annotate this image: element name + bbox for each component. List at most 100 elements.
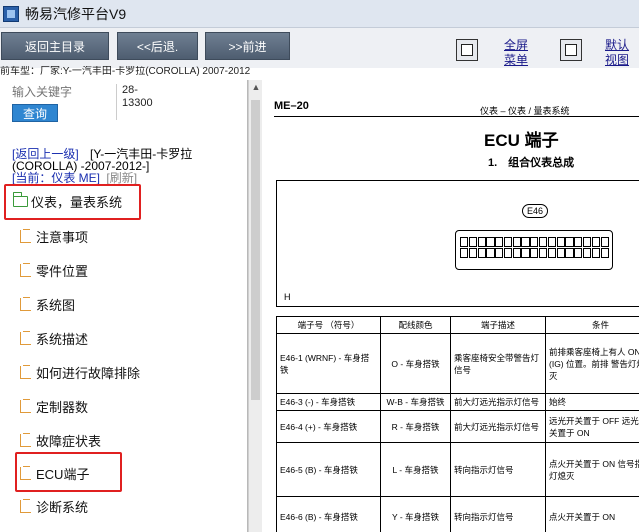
fullscreen-icon-button[interactable] — [456, 39, 478, 61]
connector-pin — [512, 237, 521, 247]
tree-item-customize[interactable]: 定制器数 — [0, 394, 247, 418]
document-icon — [20, 228, 31, 243]
split-view-icon — [565, 44, 577, 56]
table-row: E46-4 (+) - 车身搭铁 R - 车身搭铁 前大灯远光指示灯信号 远光开… — [276, 410, 639, 443]
col-condition: 条件 — [545, 316, 639, 334]
document-icon — [20, 398, 31, 413]
current-location: [当前：仪表 ME] — [12, 171, 101, 185]
tree-item-parts-location[interactable]: 零件位置 — [0, 258, 247, 282]
connector-pin — [600, 248, 609, 258]
left-panel-scrollbar[interactable]: ▲ — [248, 80, 262, 532]
document-icon — [20, 364, 31, 379]
col-terminal: 端子号 （符号） — [276, 316, 381, 334]
tree-item-symptom-table[interactable]: 故障症状表 — [0, 428, 247, 452]
refresh-link[interactable]: [刷新] — [106, 171, 137, 185]
connector-pin — [495, 237, 504, 247]
document-icon — [20, 262, 31, 277]
table-row: E46-1 (WRNF) - 车身搭铁 O - 车身搭铁 乘客座椅安全带警告灯信… — [276, 333, 639, 394]
terminal-table: 端子号 （符号） 配线颜色 端子描述 条件 E46-1 (WRNF) - 车身搭… — [276, 316, 639, 532]
connector-pin — [556, 248, 565, 258]
connector-pin — [582, 248, 592, 258]
connector-pin — [468, 237, 477, 247]
connector-pin — [574, 237, 583, 247]
window-title: 畅易汽修平台V9 — [25, 5, 127, 22]
header-rule — [274, 116, 639, 117]
search-result-count: 28- 13300 — [122, 84, 153, 109]
highlight-box-ecu — [15, 452, 122, 492]
toolbar: 返回主目录 <<后退. >>前进 全屏 菜单 默认 视图 — [0, 28, 639, 68]
connector-pin — [530, 248, 539, 258]
connector-pin — [495, 248, 504, 258]
col-description: 端子描述 — [450, 316, 546, 334]
connector-pin-row-bottom — [460, 248, 609, 258]
connector-pin — [574, 248, 583, 258]
default-view-icon-button[interactable] — [560, 39, 582, 61]
figure-bottom-border — [276, 306, 639, 307]
fullscreen-icon — [461, 44, 473, 56]
connector-pin — [547, 248, 556, 258]
document-icon — [20, 330, 31, 345]
connector-pin — [565, 237, 574, 247]
doc-subtitle: 1. 组合仪表总成 — [488, 157, 575, 169]
connector-pin — [460, 248, 469, 258]
tree-item-troubleshooting[interactable]: 如何进行故障排除 — [0, 360, 247, 384]
table-header-row: 端子号 （符号） 配线颜色 端子描述 条件 — [276, 316, 639, 334]
table-row: E46-3 (-) - 车身搭铁 W-B - 车身搭铁 前大灯远光指示灯信号 始… — [276, 393, 639, 411]
back-button[interactable]: <<后退. — [117, 32, 198, 60]
connector-pin — [486, 248, 495, 258]
connector-pin — [547, 237, 556, 247]
connector-pin — [503, 248, 513, 258]
tree-item-system-diagram[interactable]: 系统图 — [0, 292, 247, 316]
col-wire-color: 配线颜色 — [380, 316, 451, 334]
connector-pin — [582, 237, 592, 247]
connector-pin — [600, 237, 609, 247]
tree-item-diagnostic-system[interactable]: 诊断系统 — [0, 494, 247, 518]
connector-pin — [503, 237, 513, 247]
navigation-panel: 28- 13300 查询 [返回上一级] [Y-一汽丰田-卡罗拉 (COROLL… — [0, 80, 248, 532]
document-icon — [20, 296, 31, 311]
forward-button[interactable]: >>前进 — [205, 32, 290, 60]
connector-label: E46 — [522, 204, 548, 218]
document-viewer: ME–20 仪表 – 仪表 / 量表系统 ECU 端子 1. 组合仪表总成 E4… — [262, 80, 639, 532]
table-row: E46-5 (B) - 车身搭铁 L - 车身搭铁 转向指示灯信号 点火开关置于… — [276, 442, 639, 497]
figure-h-mark: H — [284, 292, 291, 302]
document-icon — [20, 432, 31, 447]
connector-pin — [539, 248, 548, 258]
fullscreen-menu-link[interactable]: 全屏 菜单 — [504, 38, 528, 68]
search-divider — [116, 84, 117, 120]
keyword-search-input[interactable] — [12, 85, 104, 99]
breadcrumb: [返回上一级] [Y-一汽丰田-卡罗拉 (COROLLA) -2007-2012… — [12, 148, 242, 184]
default-view-link[interactable]: 默认 视图 — [605, 38, 629, 68]
connector-pin — [521, 248, 530, 258]
back-main-button[interactable]: 返回主目录 — [1, 32, 109, 60]
connector-pin — [591, 237, 600, 247]
connector-pin — [521, 237, 530, 247]
page-number: ME–20 — [274, 100, 309, 112]
tree-item-precautions[interactable]: 注意事项 — [0, 224, 247, 248]
query-button[interactable]: 查询 — [12, 104, 58, 122]
tree-item-system-description[interactable]: 系统描述 — [0, 326, 247, 350]
connector-pin — [468, 248, 477, 258]
connector-pin — [477, 248, 486, 258]
table-row: E46-6 (B) - 车身搭铁 Y - 车身搭铁 转向指示灯信号 点火开关置于… — [276, 496, 639, 532]
figure-top-border — [276, 180, 639, 181]
connector-pin — [591, 248, 600, 258]
figure-left-border — [276, 180, 277, 306]
connector-pin — [530, 237, 539, 247]
connector-pin — [539, 237, 548, 247]
connector-pin-row-top — [460, 237, 609, 247]
highlight-box-folder — [4, 184, 141, 220]
title-bar: 畅易汽修平台V9 — [0, 0, 639, 28]
connector-pin — [565, 248, 574, 258]
connector-diagram — [455, 230, 613, 270]
scroll-up-arrow-icon[interactable]: ▲ — [249, 80, 263, 94]
connector-pin — [486, 237, 495, 247]
app-logo-icon — [3, 5, 19, 22]
document-icon — [20, 498, 31, 513]
scrollbar-thumb[interactable] — [251, 100, 260, 400]
doc-title: ECU 端子 — [484, 131, 559, 150]
connector-pin — [477, 237, 486, 247]
connector-pin — [460, 237, 469, 247]
connector-pin — [512, 248, 521, 258]
connector-pin — [556, 237, 565, 247]
